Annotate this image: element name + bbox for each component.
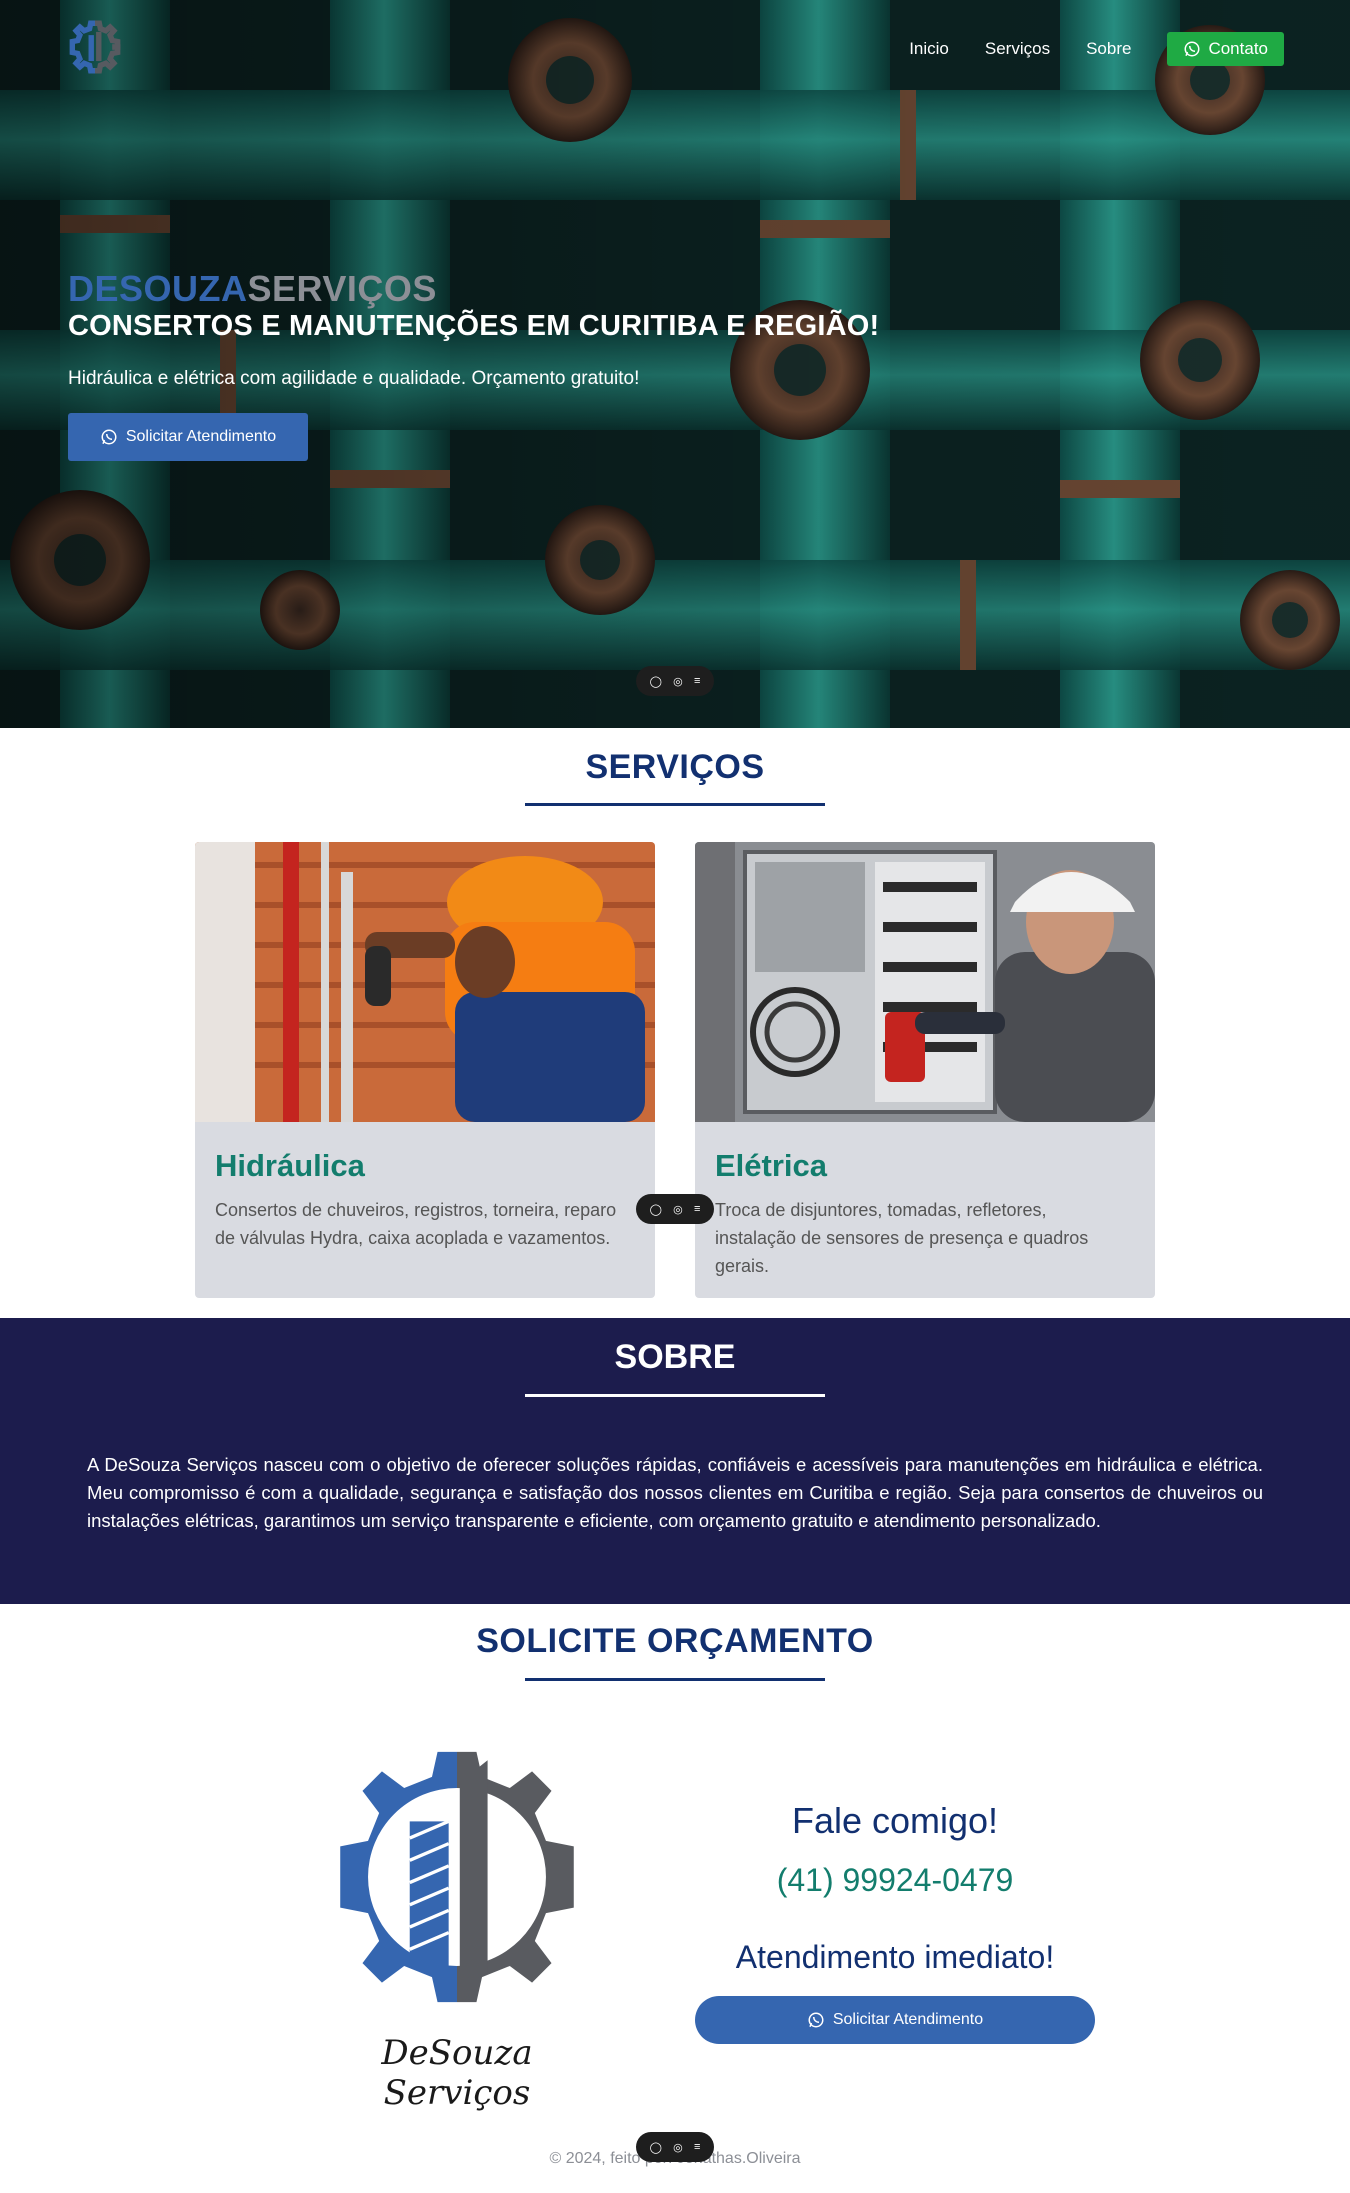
contact-heading: Fale comigo! (791, 1800, 999, 1841)
about-divider (525, 1394, 825, 1397)
service-card-hidraulica[interactable]: Hidráulica Consertos de chuveiros, regis… (195, 842, 655, 1298)
whatsapp-icon (808, 2012, 824, 2028)
floating-toolbar[interactable]: ◯ ◎ ≡ (636, 666, 714, 696)
hero-overlay (0, 0, 1350, 728)
nav-contact-button[interactable]: Contato (1167, 32, 1284, 66)
hero-subtitle: Hidráulica e elétrica com agilidade e qu… (68, 368, 640, 389)
menu-icon[interactable]: ≡ (694, 1203, 700, 1215)
comment-icon[interactable]: ◯ (650, 1203, 662, 1216)
nav-link-sobre[interactable]: Sobre (1086, 39, 1131, 59)
brand-part-servicos: SERVIÇOS (247, 268, 437, 309)
service-card-eletrica[interactable]: Elétrica Troca de disjuntores, tomadas, … (695, 842, 1155, 1298)
card-title: Hidráulica (215, 1148, 365, 1183)
floating-toolbar[interactable]: ◯ ◎ ≡ (636, 2132, 714, 2162)
about-title: SOBRE (614, 1338, 736, 1376)
comment-icon[interactable]: ◯ (650, 675, 662, 688)
hero-section: Inicio Serviços Sobre Contato DESOUZASER… (0, 0, 1350, 728)
eye-icon[interactable]: ◎ (673, 2141, 683, 2154)
quote-title: SOLICITE ORÇAMENTO (476, 1622, 874, 1660)
plumber-photo (195, 842, 655, 1122)
contact-subheading: Atendimento imediato! (735, 1939, 1055, 1975)
menu-icon[interactable]: ≡ (694, 675, 700, 687)
company-logo: DeSouza Serviços (318, 1738, 596, 2113)
about-section: SOBRE A DeSouza Serviços nasceu com o ob… (0, 1318, 1350, 1604)
hero-title: CONSERTOS E MANUTENÇÕES EM CURITIBA E RE… (68, 310, 880, 342)
services-title: SERVIÇOS (585, 748, 765, 786)
electrician-photo (695, 842, 1155, 1122)
nav-link-inicio[interactable]: Inicio (909, 39, 949, 59)
eye-icon[interactable]: ◎ (673, 1203, 683, 1216)
quote-request-button[interactable]: Solicitar Atendimento (695, 1996, 1095, 2044)
contact-label: Contato (1208, 39, 1268, 58)
contact-phone[interactable]: (41) 99924-0479 (695, 1862, 1095, 1899)
whatsapp-icon (1184, 41, 1200, 57)
floating-toolbar[interactable]: ◯ ◎ ≡ (636, 1194, 714, 1224)
brand-part-desouza: DESOUZA (68, 268, 248, 309)
whatsapp-icon (101, 429, 117, 445)
comment-icon[interactable]: ◯ (650, 2141, 662, 2154)
gear-logo-icon[interactable] (68, 20, 122, 74)
eye-icon[interactable]: ◎ (673, 675, 683, 688)
menu-icon[interactable]: ≡ (694, 2141, 700, 2153)
card-title: Elétrica (715, 1148, 828, 1183)
main-nav: Inicio Serviços Sobre Contato (909, 32, 1284, 66)
quote-button-label: Solicitar Atendimento (832, 2011, 984, 2028)
hero-button-label: Solicitar Atendimento (125, 428, 277, 445)
nav-link-servicos[interactable]: Serviços (985, 39, 1050, 59)
card-text: Consertos de chuveiros, registros, torne… (215, 1200, 617, 1248)
hero-request-button[interactable]: Solicitar Atendimento (68, 413, 308, 461)
about-text: A DeSouza Serviços nasceu com o objetivo… (87, 1454, 1263, 1531)
hero-brand: DESOUZASERVIÇOS (68, 268, 437, 310)
card-text: Troca de disjuntores, tomadas, refletore… (715, 1200, 1089, 1276)
services-divider (525, 803, 825, 806)
quote-divider (525, 1678, 825, 1681)
logo-text: DeSouza Serviços (381, 2033, 533, 2113)
gear-logo-icon (340, 1751, 574, 2003)
